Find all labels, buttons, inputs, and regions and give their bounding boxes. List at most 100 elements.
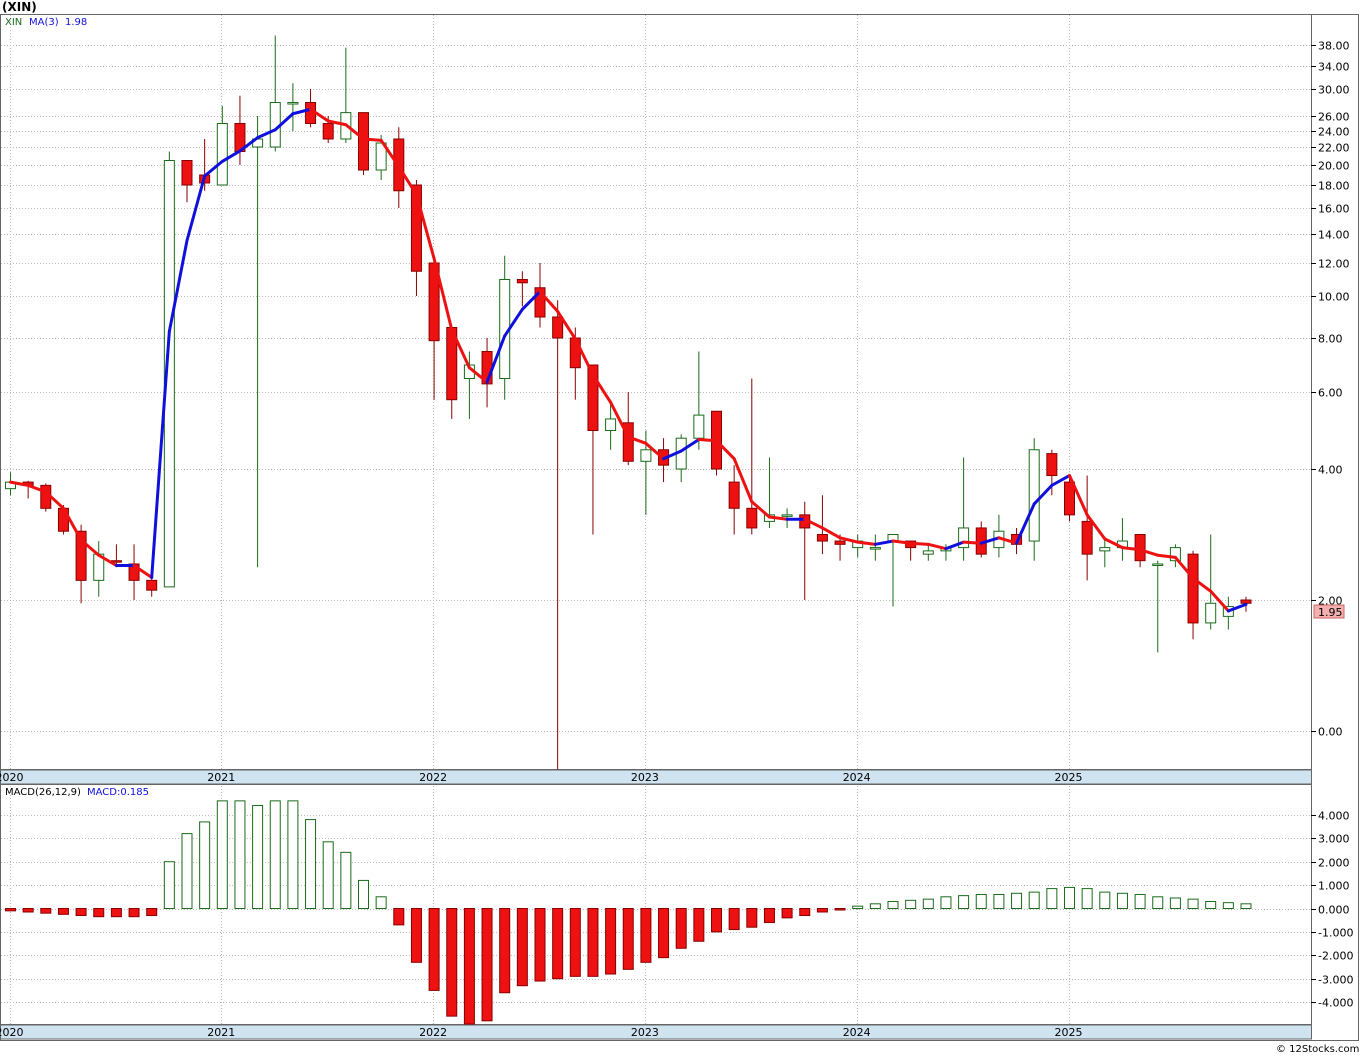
macd-bar-negative bbox=[746, 908, 758, 928]
macd-bar-positive bbox=[1046, 888, 1058, 909]
candle-up bbox=[693, 414, 705, 439]
candle-down bbox=[834, 540, 846, 545]
candle-down bbox=[1134, 534, 1146, 562]
price-legend-symbol: XIN bbox=[5, 17, 22, 28]
price-tick-label: 18.00 bbox=[1318, 180, 1350, 193]
macd-bar-negative bbox=[834, 908, 846, 911]
macd-tick-label: 2.000 bbox=[1318, 857, 1350, 870]
year-label: 2022 bbox=[419, 771, 447, 784]
candle-down bbox=[516, 279, 528, 284]
macd-bar-negative bbox=[534, 908, 546, 982]
macd-bar-positive bbox=[887, 900, 899, 909]
candle-down bbox=[1187, 553, 1199, 624]
macd-bar-positive bbox=[1099, 891, 1111, 909]
macd-bar-negative bbox=[781, 908, 793, 919]
candle-down bbox=[1064, 481, 1075, 516]
candle-down bbox=[728, 481, 740, 509]
price-tick-label: 16.00 bbox=[1318, 203, 1350, 216]
candle-up bbox=[869, 547, 881, 550]
candle-down bbox=[552, 316, 564, 339]
macd-bar-negative bbox=[587, 908, 599, 977]
macd-bar-negative bbox=[693, 908, 705, 942]
macd-bar-negative bbox=[75, 908, 87, 917]
current-price-label: 1.95 bbox=[1318, 606, 1343, 619]
candle-up bbox=[922, 550, 934, 555]
stock-chart: 38.00 34.00 30.00 26.00 24.00 22.00 20.00 18.00… bbox=[0, 0, 1359, 1055]
macd-bar-positive bbox=[852, 905, 864, 909]
macd-bar-positive bbox=[1116, 892, 1128, 909]
candle-down bbox=[746, 507, 758, 529]
candle-down bbox=[146, 579, 158, 591]
macd-bar-positive bbox=[234, 800, 246, 909]
candle-down bbox=[569, 337, 581, 369]
ma-segment bbox=[909, 541, 930, 546]
ma-segment bbox=[962, 540, 983, 545]
macd-bar-positive bbox=[358, 879, 369, 909]
year-label: 2023 bbox=[631, 771, 659, 784]
price-tick-label: 12.00 bbox=[1318, 258, 1350, 271]
macd-bar-positive bbox=[922, 898, 934, 910]
macd-bar-negative bbox=[5, 908, 16, 912]
year-label: 2025 bbox=[1055, 771, 1083, 784]
macd-bar-positive bbox=[199, 821, 211, 909]
macd-tick-label: 1.000 bbox=[1318, 880, 1350, 893]
year-label: 2021 bbox=[207, 771, 235, 784]
macd-bar-positive bbox=[869, 903, 881, 910]
price-tick-label: 30.00 bbox=[1318, 84, 1350, 97]
price-legend-ma-value: 1.98 bbox=[65, 17, 87, 28]
macd-bar-positive bbox=[1222, 902, 1234, 910]
macd-bar-negative bbox=[463, 908, 475, 1025]
year-label: 2022 bbox=[419, 1026, 447, 1039]
macd-bar-negative bbox=[393, 908, 405, 926]
macd-bar-negative bbox=[40, 908, 52, 914]
macd-bar-negative bbox=[57, 908, 69, 915]
macd-tick-label: -1.000 bbox=[1318, 927, 1353, 940]
candle-up bbox=[1152, 563, 1164, 566]
year-label: 2020 bbox=[0, 1026, 24, 1039]
candle-up bbox=[1205, 602, 1217, 624]
price-tick-label: 26.00 bbox=[1318, 111, 1350, 124]
macd-tick-label: 0.000 bbox=[1318, 904, 1350, 917]
macd-bar-negative bbox=[658, 908, 670, 959]
macd-bar-positive bbox=[1011, 892, 1023, 909]
macd-bar-positive bbox=[322, 841, 334, 909]
macd-bar-positive bbox=[252, 805, 264, 909]
macd-bar-positive bbox=[940, 896, 952, 909]
price-tick-label: 34.00 bbox=[1318, 61, 1350, 74]
candle-down bbox=[322, 123, 334, 140]
macd-bar-negative bbox=[675, 908, 687, 949]
footer-credit: © 12Stocks.com bbox=[1276, 1044, 1359, 1055]
candle-down bbox=[816, 534, 828, 542]
macd-bar-negative bbox=[22, 908, 34, 913]
candle-up bbox=[287, 102, 299, 105]
macd-bar-positive bbox=[1169, 897, 1181, 909]
macd-bar-positive bbox=[269, 800, 281, 909]
price-tick-label: 8.00 bbox=[1318, 333, 1343, 346]
macd-bar-positive bbox=[1081, 888, 1093, 909]
candle-up bbox=[1028, 449, 1040, 542]
macd-bar-positive bbox=[1028, 891, 1040, 909]
macd-bar-negative bbox=[640, 908, 652, 963]
price-tick-label: 4.00 bbox=[1318, 464, 1343, 477]
macd-bar-negative bbox=[481, 908, 493, 1022]
macd-tick-label: -4.000 bbox=[1318, 997, 1353, 1010]
macd-bar-negative bbox=[428, 908, 440, 991]
macd-bar-negative bbox=[799, 908, 811, 917]
price-y-axis: 38.00 34.00 30.00 26.00 24.00 22.00 20.00 18.00… bbox=[1311, 40, 1350, 739]
candle-up bbox=[216, 123, 228, 186]
macd-bar-negative bbox=[711, 908, 722, 933]
ma-segment bbox=[697, 437, 718, 443]
price-tick-label: 6.00 bbox=[1318, 387, 1343, 400]
macd-bar-positive bbox=[1152, 896, 1164, 909]
macd-tick-label: 3.000 bbox=[1318, 833, 1350, 846]
macd-bar-positive bbox=[287, 800, 299, 909]
macd-panel bbox=[0, 784, 1312, 1025]
price-tick-label: 10.00 bbox=[1318, 291, 1350, 304]
year-label: 2024 bbox=[843, 1026, 871, 1039]
year-label: 2020 bbox=[0, 771, 24, 784]
macd-bar-negative bbox=[516, 908, 528, 987]
candle-down bbox=[1046, 453, 1058, 477]
year-label: 2021 bbox=[207, 1026, 235, 1039]
candle-down bbox=[358, 112, 369, 171]
macd-bar-positive bbox=[181, 833, 193, 909]
